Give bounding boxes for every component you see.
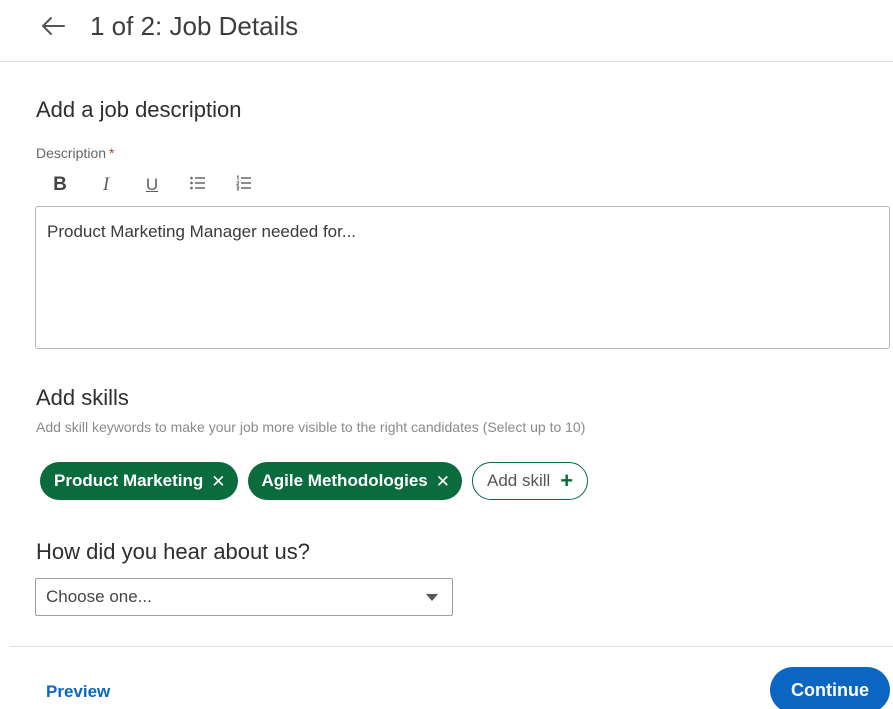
bulleted-list-icon bbox=[189, 175, 207, 196]
formatting-toolbar: B I U bbox=[44, 172, 274, 198]
bulleted-list-button[interactable] bbox=[182, 172, 214, 198]
add-skills-heading: Add skills bbox=[36, 385, 129, 410]
page-title: 1 of 2: Job Details bbox=[90, 11, 299, 41]
close-icon[interactable]: ✕ bbox=[211, 473, 225, 490]
skill-chip[interactable]: Agile Methodologies ✕ bbox=[247, 462, 462, 500]
skill-chip[interactable]: Product Marketing ✕ bbox=[40, 462, 238, 500]
back-button[interactable] bbox=[34, 9, 72, 43]
description-label: Description * bbox=[36, 144, 114, 162]
hear-about-us-select[interactable]: Choose one... bbox=[35, 578, 453, 616]
arrow-left-icon bbox=[40, 16, 66, 36]
italic-button[interactable]: I bbox=[90, 172, 122, 198]
skills-helper-text: Add skill keywords to make your job more… bbox=[36, 419, 586, 435]
underline-button[interactable]: U bbox=[136, 172, 168, 198]
numbered-list-icon bbox=[235, 174, 253, 196]
skill-chip-label: Product Marketing bbox=[54, 471, 204, 490]
description-textarea[interactable]: Product Marketing Manager needed for... bbox=[35, 206, 890, 349]
job-details-page: 1 of 2: Job Details Add a job descriptio… bbox=[0, 0, 893, 709]
continue-button[interactable]: Continue bbox=[770, 667, 890, 709]
select-value: Choose one... bbox=[46, 587, 152, 606]
job-description-heading: Add a job description bbox=[36, 97, 242, 122]
required-marker: * bbox=[109, 145, 115, 161]
description-label-text: Description bbox=[36, 145, 107, 161]
preview-button[interactable]: Preview bbox=[46, 681, 110, 703]
add-skill-label: Add skill bbox=[486, 471, 551, 490]
bold-button[interactable]: B bbox=[44, 172, 76, 198]
footer-divider bbox=[10, 646, 893, 647]
plus-icon: + bbox=[560, 468, 574, 493]
skill-chip-label: Agile Methodologies bbox=[261, 471, 428, 490]
hear-about-us-heading: How did you hear about us? bbox=[36, 539, 310, 564]
add-skill-button[interactable]: Add skill + bbox=[471, 462, 589, 500]
numbered-list-button[interactable] bbox=[228, 172, 260, 198]
close-icon[interactable]: ✕ bbox=[436, 473, 450, 490]
chevron-down-icon bbox=[426, 594, 438, 601]
skills-chip-list: Product Marketing ✕ Agile Methodologies … bbox=[40, 462, 589, 500]
page-header: 1 of 2: Job Details bbox=[0, 0, 893, 62]
